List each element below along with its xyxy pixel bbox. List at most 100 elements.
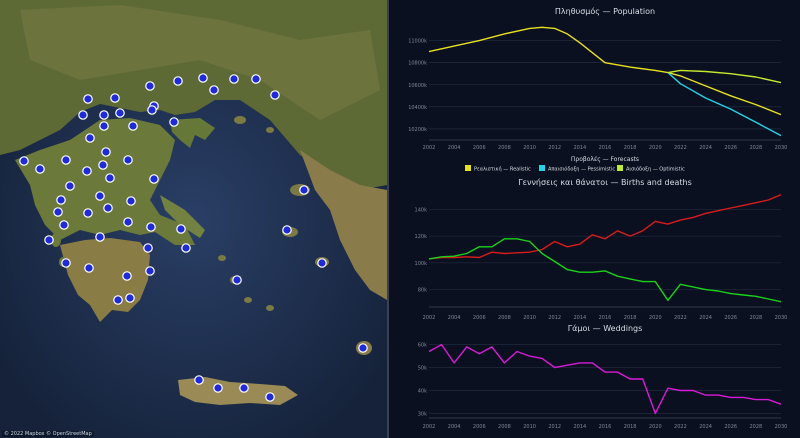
location-marker[interactable] (115, 108, 125, 118)
x-tick-label: 2004 (448, 424, 461, 430)
location-marker[interactable] (95, 191, 105, 201)
location-marker[interactable] (123, 217, 133, 227)
location-marker[interactable] (125, 293, 135, 303)
x-tick-label: 2006 (473, 315, 486, 321)
x-tick-label: 2006 (473, 424, 486, 430)
x-tick-label: 2010 (523, 145, 536, 151)
location-marker[interactable] (123, 155, 133, 165)
greece-satellite-map[interactable] (0, 0, 387, 438)
location-marker[interactable] (143, 243, 153, 253)
x-tick-label: 2018 (624, 145, 637, 151)
location-marker[interactable] (56, 195, 66, 205)
location-marker[interactable] (65, 181, 75, 191)
legend-swatch[interactable] (617, 165, 623, 171)
x-tick-label: 2008 (498, 145, 511, 151)
location-marker[interactable] (122, 271, 132, 281)
x-tick-label: 2010 (523, 424, 536, 430)
location-marker[interactable] (101, 147, 111, 157)
island (266, 305, 274, 311)
x-tick-label: 2012 (548, 424, 561, 430)
location-marker[interactable] (299, 185, 309, 195)
location-marker[interactable] (84, 263, 94, 273)
y-tick-label: 40k (418, 388, 427, 394)
x-tick-label: 2004 (448, 315, 461, 321)
x-tick-label: 2026 (724, 315, 737, 321)
location-marker[interactable] (103, 203, 113, 213)
location-marker[interactable] (61, 258, 71, 268)
location-marker[interactable] (169, 117, 179, 127)
x-tick-label: 2026 (724, 424, 737, 430)
location-marker[interactable] (99, 121, 109, 131)
location-marker[interactable] (265, 392, 275, 402)
x-tick-label: 2028 (749, 145, 762, 151)
x-tick-label: 2010 (523, 315, 536, 321)
series-line-births[interactable] (428, 194, 782, 260)
location-marker[interactable] (110, 93, 120, 103)
legend-label[interactable]: Αισιόδοξη — Optimistic (626, 166, 685, 173)
y-tick-label: 10800k (408, 61, 427, 67)
location-marker[interactable] (229, 74, 239, 84)
location-marker[interactable] (61, 155, 71, 165)
island (244, 297, 252, 303)
location-marker[interactable] (173, 76, 183, 86)
location-marker[interactable] (358, 343, 368, 353)
location-marker[interactable] (145, 81, 155, 91)
location-marker[interactable] (213, 383, 223, 393)
x-tick-label: 2016 (599, 315, 612, 321)
map-attribution[interactable]: © 2022 Mapbox © OpenStreetMap (2, 431, 94, 437)
location-marker[interactable] (198, 73, 208, 83)
location-marker[interactable] (59, 220, 69, 230)
location-marker[interactable] (82, 166, 92, 176)
series-line-weddings[interactable] (428, 343, 782, 415)
location-marker[interactable] (145, 266, 155, 276)
location-marker[interactable] (83, 94, 93, 104)
location-marker[interactable] (232, 275, 242, 285)
location-marker[interactable] (181, 243, 191, 253)
location-marker[interactable] (317, 258, 327, 268)
location-marker[interactable] (149, 174, 159, 184)
map-panel[interactable]: © 2022 Mapbox © OpenStreetMap (0, 0, 387, 438)
location-marker[interactable] (78, 110, 88, 120)
y-tick-label: 10600k (408, 83, 427, 89)
location-marker[interactable] (239, 383, 249, 393)
location-marker[interactable] (105, 173, 115, 183)
location-marker[interactable] (146, 222, 156, 232)
series-line-optimistic[interactable] (667, 69, 782, 84)
y-tick-label: 30k (418, 411, 427, 417)
location-marker[interactable] (270, 90, 280, 100)
x-tick-label: 2020 (649, 145, 662, 151)
x-tick-label: 2002 (423, 145, 436, 151)
legend-label[interactable]: Ρεαλιστική — Realistic (474, 166, 531, 173)
location-marker[interactable] (251, 74, 261, 84)
location-marker[interactable] (128, 121, 138, 131)
location-marker[interactable] (194, 375, 204, 385)
x-tick-label: 2030 (775, 315, 788, 321)
location-marker[interactable] (126, 196, 136, 206)
location-marker[interactable] (147, 105, 157, 115)
location-marker[interactable] (209, 85, 219, 95)
x-tick-label: 2016 (599, 145, 612, 151)
location-marker[interactable] (95, 232, 105, 242)
location-marker[interactable] (98, 160, 108, 170)
location-marker[interactable] (35, 164, 45, 174)
legend-title: Προβολές — Forecasts (571, 156, 639, 163)
series-line-deaths[interactable] (428, 238, 782, 303)
location-marker[interactable] (53, 207, 63, 217)
x-tick-label: 2018 (624, 424, 637, 430)
location-marker[interactable] (19, 156, 29, 166)
x-tick-label: 2012 (548, 315, 561, 321)
location-marker[interactable] (83, 208, 93, 218)
legend-swatch[interactable] (539, 165, 545, 171)
location-marker[interactable] (44, 235, 54, 245)
location-marker[interactable] (113, 295, 123, 305)
location-marker[interactable] (99, 110, 109, 120)
location-marker[interactable] (85, 133, 95, 143)
legend-swatch[interactable] (465, 165, 471, 171)
legend-label[interactable]: Απαισιόδοξη — Pessimistic (548, 166, 615, 173)
island (234, 116, 246, 124)
location-marker[interactable] (176, 224, 186, 234)
location-marker[interactable] (282, 225, 292, 235)
x-tick-label: 2024 (699, 315, 712, 321)
x-tick-label: 2028 (749, 315, 762, 321)
series-line-pessimistic[interactable] (667, 72, 782, 137)
